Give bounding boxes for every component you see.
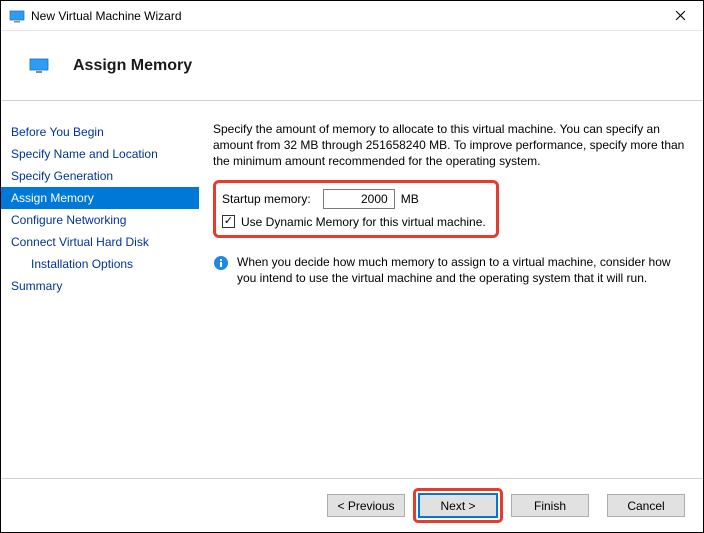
- wizard-body: Before You Begin Specify Name and Locati…: [1, 101, 703, 478]
- cancel-button[interactable]: Cancel: [607, 494, 685, 517]
- next-button[interactable]: Next >: [419, 494, 497, 517]
- wizard-header: Assign Memory: [1, 31, 703, 101]
- previous-button[interactable]: < Previous: [327, 494, 405, 517]
- startup-memory-unit: MB: [401, 192, 419, 206]
- main-panel: Specify the amount of memory to allocate…: [199, 101, 703, 478]
- finish-button[interactable]: Finish: [511, 494, 589, 517]
- monitor-icon: [29, 58, 49, 74]
- sidebar-item-assign-memory[interactable]: Assign Memory: [1, 187, 199, 209]
- sidebar-item-configure-networking[interactable]: Configure Networking: [1, 209, 199, 231]
- sidebar-item-before-you-begin[interactable]: Before You Begin: [1, 121, 199, 143]
- startup-memory-input[interactable]: [323, 189, 395, 209]
- close-button[interactable]: [658, 1, 703, 31]
- page-title: Assign Memory: [73, 57, 192, 75]
- info-icon: [213, 255, 229, 271]
- dynamic-memory-label: Use Dynamic Memory for this virtual mach…: [241, 215, 486, 229]
- sidebar-item-specify-name[interactable]: Specify Name and Location: [1, 143, 199, 165]
- wizard-window: New Virtual Machine Wizard Assign Memory…: [0, 0, 704, 533]
- startup-memory-row: Startup memory: MB: [222, 189, 486, 209]
- description-text: Specify the amount of memory to allocate…: [213, 121, 685, 170]
- sidebar-item-connect-vhd[interactable]: Connect Virtual Hard Disk: [1, 231, 199, 253]
- window-title: New Virtual Machine Wizard: [31, 9, 182, 23]
- app-icon: [9, 8, 25, 24]
- sidebar-item-installation-options[interactable]: Installation Options: [1, 253, 199, 275]
- sidebar: Before You Begin Specify Name and Locati…: [1, 101, 199, 478]
- info-row: When you decide how much memory to assig…: [213, 254, 685, 286]
- sidebar-item-summary[interactable]: Summary: [1, 275, 199, 297]
- wizard-footer: < Previous Next > Finish Cancel: [1, 478, 703, 532]
- dynamic-memory-row: ✓ Use Dynamic Memory for this virtual ma…: [222, 215, 486, 229]
- startup-memory-label: Startup memory:: [222, 192, 311, 206]
- titlebar: New Virtual Machine Wizard: [1, 1, 703, 31]
- sidebar-item-specify-generation[interactable]: Specify Generation: [1, 165, 199, 187]
- annotation-highlight-next: Next >: [413, 488, 503, 523]
- dynamic-memory-checkbox[interactable]: ✓: [222, 215, 235, 228]
- info-text: When you decide how much memory to assig…: [237, 254, 685, 286]
- annotation-highlight-memory: Startup memory: MB ✓ Use Dynamic Memory …: [213, 180, 499, 238]
